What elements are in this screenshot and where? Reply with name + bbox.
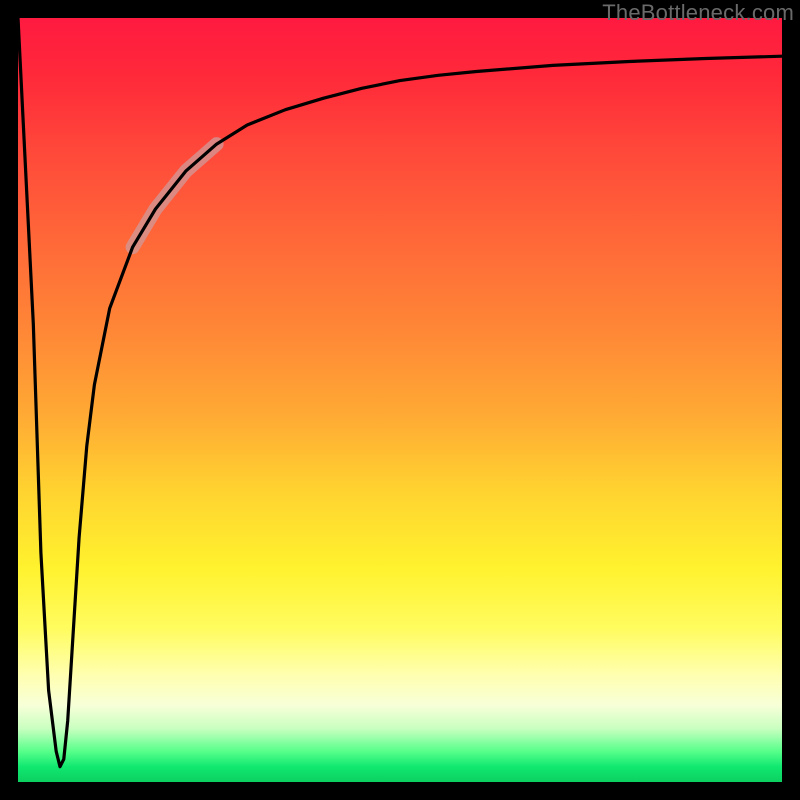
chart-frame: TheBottleneck.com: [0, 0, 800, 800]
watermark-text: TheBottleneck.com: [602, 0, 794, 26]
plot-background-gradient: [18, 18, 782, 782]
